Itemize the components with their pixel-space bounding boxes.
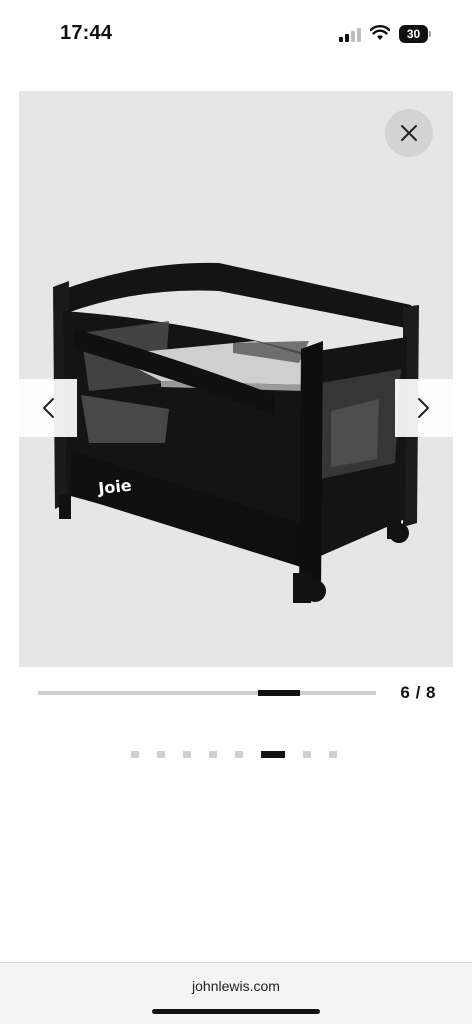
status-bar: 17:44 30 bbox=[0, 0, 472, 70]
gallery-progress-bar bbox=[38, 690, 376, 696]
chevron-left-icon bbox=[43, 398, 54, 418]
browser-bottom-bar: johnlewis.com bbox=[0, 962, 472, 1024]
pagination-dot[interactable] bbox=[261, 751, 285, 758]
url-label[interactable]: johnlewis.com bbox=[0, 978, 472, 994]
close-button[interactable] bbox=[385, 109, 433, 157]
brand-logo: Joie bbox=[96, 476, 132, 498]
pagination-dot[interactable] bbox=[157, 751, 165, 758]
gallery-progress-thumb bbox=[258, 690, 300, 696]
product-image: Joie bbox=[53, 262, 419, 603]
pagination-dot[interactable] bbox=[329, 751, 337, 758]
home-indicator[interactable] bbox=[152, 1009, 320, 1014]
pagination-dot[interactable] bbox=[183, 751, 191, 758]
signal-icon bbox=[339, 28, 361, 42]
previous-image-button[interactable] bbox=[19, 379, 77, 437]
wifi-icon bbox=[370, 25, 390, 40]
close-icon bbox=[401, 125, 417, 141]
battery-level: 30 bbox=[399, 25, 428, 43]
next-image-button[interactable] bbox=[395, 379, 453, 437]
chevron-right-icon bbox=[418, 398, 429, 418]
image-counter: 6 / 8 bbox=[400, 683, 436, 702]
pagination-dot[interactable] bbox=[131, 751, 139, 758]
battery-icon: 30 bbox=[399, 25, 431, 43]
pagination-dot[interactable] bbox=[209, 751, 217, 758]
status-time: 17:44 bbox=[60, 22, 113, 44]
pagination-dots bbox=[0, 750, 472, 760]
pagination-dot[interactable] bbox=[303, 751, 311, 758]
image-gallery[interactable]: Joie bbox=[19, 91, 453, 667]
pagination-dot[interactable] bbox=[235, 751, 243, 758]
